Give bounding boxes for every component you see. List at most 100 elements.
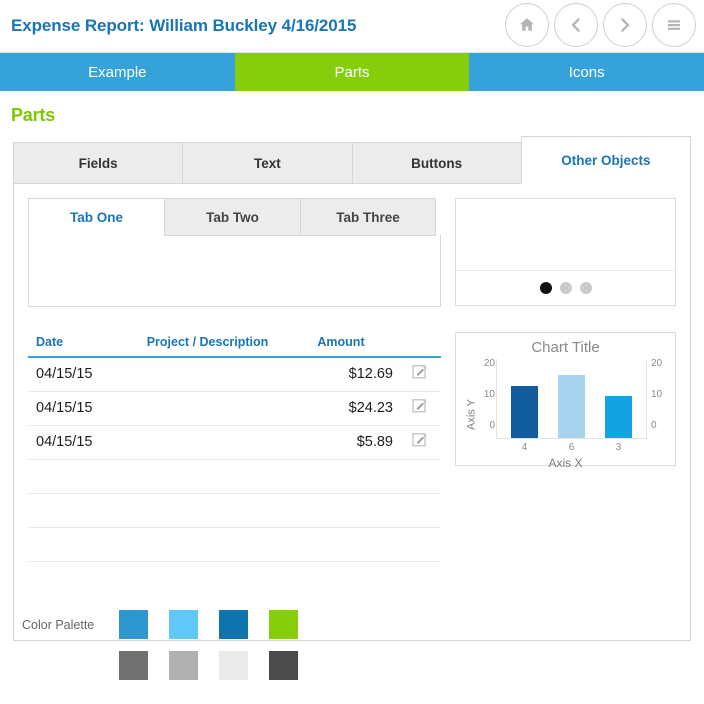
panel-right-column: Chart Title Axis Y 20 10 0 4 6 3 20 10 0…	[455, 198, 676, 625]
expense-table: Date Project / Description Amount 04/15/…	[28, 335, 441, 562]
right-tick: 0	[651, 420, 657, 431]
chart-widget: Chart Title Axis Y 20 10 0 4 6 3 20 10 0…	[455, 332, 676, 470]
inner-tab-widget: Tab One Tab Two Tab Three	[28, 198, 441, 307]
table-header-row: Date Project / Description Amount	[28, 335, 441, 358]
page-title: Expense Report: William Buckley 4/16/201…	[11, 16, 357, 35]
parts-card: Fields Text Buttons Other Objects Tab On…	[13, 136, 691, 641]
edit-icon[interactable]	[412, 364, 428, 380]
cell-date: 04/15/15	[28, 357, 132, 392]
segment-tab-buttons[interactable]: Buttons	[351, 142, 521, 184]
segment-tab-fields[interactable]: Fields	[13, 142, 183, 184]
color-palette: Color Palette	[22, 610, 298, 692]
y-tick: 0	[489, 420, 495, 431]
main-tab-parts[interactable]: Parts	[234, 53, 470, 91]
chevron-right-icon	[615, 15, 635, 35]
chevron-left-icon	[566, 15, 586, 35]
panel-left-column: Tab One Tab Two Tab Three Date Project /…	[28, 198, 441, 625]
chart-x-axis-label: Axis X	[548, 456, 583, 470]
other-objects-panel: Tab One Tab Two Tab Three Date Project /…	[13, 183, 691, 641]
table-row-empty[interactable]	[28, 459, 441, 494]
edit-icon[interactable]	[412, 398, 428, 414]
inner-tab-three[interactable]: Tab Three	[300, 198, 436, 236]
main-tab-bar: Example Parts Icons	[0, 53, 704, 91]
title-bar: Expense Report: William Buckley 4/16/201…	[0, 0, 704, 53]
main-tab-example[interactable]: Example	[0, 53, 235, 91]
table-row[interactable]: 04/15/15 $24.23	[28, 391, 441, 426]
segment-tab-text[interactable]: Text	[182, 142, 352, 184]
chart-y-axis-ticks: 20 10 0	[479, 359, 496, 455]
chart-y-axis-label: Axis Y	[465, 399, 478, 431]
cell-action[interactable]	[399, 425, 441, 460]
column-header-date[interactable]: Date	[28, 335, 132, 358]
palette-row-primary: Color Palette	[22, 610, 298, 639]
segmented-tab-bar: Fields Text Buttons Other Objects	[13, 136, 691, 184]
carousel-dot[interactable]	[579, 282, 592, 294]
cell-date: 04/15/15	[28, 425, 132, 460]
carousel-dot[interactable]	[539, 282, 552, 294]
back-button[interactable]	[554, 3, 598, 47]
hamburger-menu-icon	[664, 15, 684, 35]
chart-title: Chart Title	[531, 339, 600, 356]
home-button[interactable]	[505, 3, 549, 47]
cell-action[interactable]	[399, 357, 441, 392]
cell-amount: $24.23	[283, 391, 399, 426]
inner-tab-content	[28, 235, 441, 307]
x-tick: 3	[615, 442, 622, 453]
table-row-empty[interactable]	[28, 527, 441, 562]
chart-bar[interactable]	[558, 375, 585, 438]
chart-plot-area: 4 6 3	[496, 359, 647, 453]
table-row[interactable]: 04/15/15 $5.89	[28, 425, 441, 460]
cell-action[interactable]	[399, 391, 441, 426]
cell-description	[132, 425, 283, 460]
inner-tab-two[interactable]: Tab Two	[164, 198, 300, 236]
y-tick: 20	[483, 358, 495, 369]
chart-bar[interactable]	[511, 385, 538, 438]
x-tick: 4	[521, 442, 528, 453]
chart-area: Axis Y 20 10 0 4 6 3 20 10 0	[464, 359, 667, 455]
palette-row-neutral	[22, 651, 298, 680]
app-window: Expense Report: William Buckley 4/16/201…	[0, 0, 704, 704]
palette-swatch[interactable]	[269, 610, 298, 639]
table-row[interactable]: 04/15/15 $12.69	[28, 357, 441, 392]
right-tick: 10	[651, 389, 663, 400]
y-tick: 10	[483, 389, 495, 400]
home-icon	[517, 15, 537, 35]
forward-button[interactable]	[603, 3, 647, 47]
table-body: 04/15/15 $12.69 04/15/15 $24.23 04/15/15…	[28, 357, 441, 562]
palette-swatch[interactable]	[169, 610, 198, 639]
section-heading: Parts	[11, 105, 56, 125]
inner-tab-one[interactable]: Tab One	[28, 198, 164, 236]
carousel-widget	[455, 198, 676, 306]
segment-tab-other-objects[interactable]: Other Objects	[520, 136, 691, 184]
menu-button[interactable]	[652, 3, 696, 47]
carousel-dot[interactable]	[559, 282, 572, 294]
chart-bar[interactable]	[605, 396, 632, 438]
column-header-amount[interactable]: Amount	[283, 335, 399, 358]
column-header-actions	[399, 335, 441, 358]
palette-swatch[interactable]	[269, 651, 298, 680]
inner-tab-bar: Tab One Tab Two Tab Three	[28, 198, 441, 236]
palette-swatch[interactable]	[219, 610, 248, 639]
palette-swatch[interactable]	[119, 610, 148, 639]
main-tab-icons[interactable]: Icons	[469, 53, 704, 91]
palette-swatch[interactable]	[119, 651, 148, 680]
cell-amount: $12.69	[283, 357, 399, 392]
column-header-description[interactable]: Project / Description	[132, 335, 283, 358]
table-header: Date Project / Description Amount	[28, 335, 441, 358]
table-row-empty[interactable]	[28, 493, 441, 528]
x-tick: 6	[568, 442, 575, 453]
carousel-stage[interactable]	[456, 199, 675, 271]
palette-label: Color Palette	[22, 617, 95, 632]
chart-x-axis-ticks: 4 6 3	[497, 442, 646, 453]
cell-description	[132, 357, 283, 392]
right-tick: 20	[651, 358, 663, 369]
cell-description	[132, 391, 283, 426]
chart-right-axis-ticks: 20 10 0	[647, 359, 667, 455]
carousel-dot-group	[456, 271, 675, 305]
nav-button-group	[505, 3, 696, 47]
cell-date: 04/15/15	[28, 391, 132, 426]
cell-amount: $5.89	[283, 425, 399, 460]
edit-icon[interactable]	[412, 432, 428, 448]
palette-swatch[interactable]	[219, 651, 248, 680]
palette-swatch[interactable]	[169, 651, 198, 680]
